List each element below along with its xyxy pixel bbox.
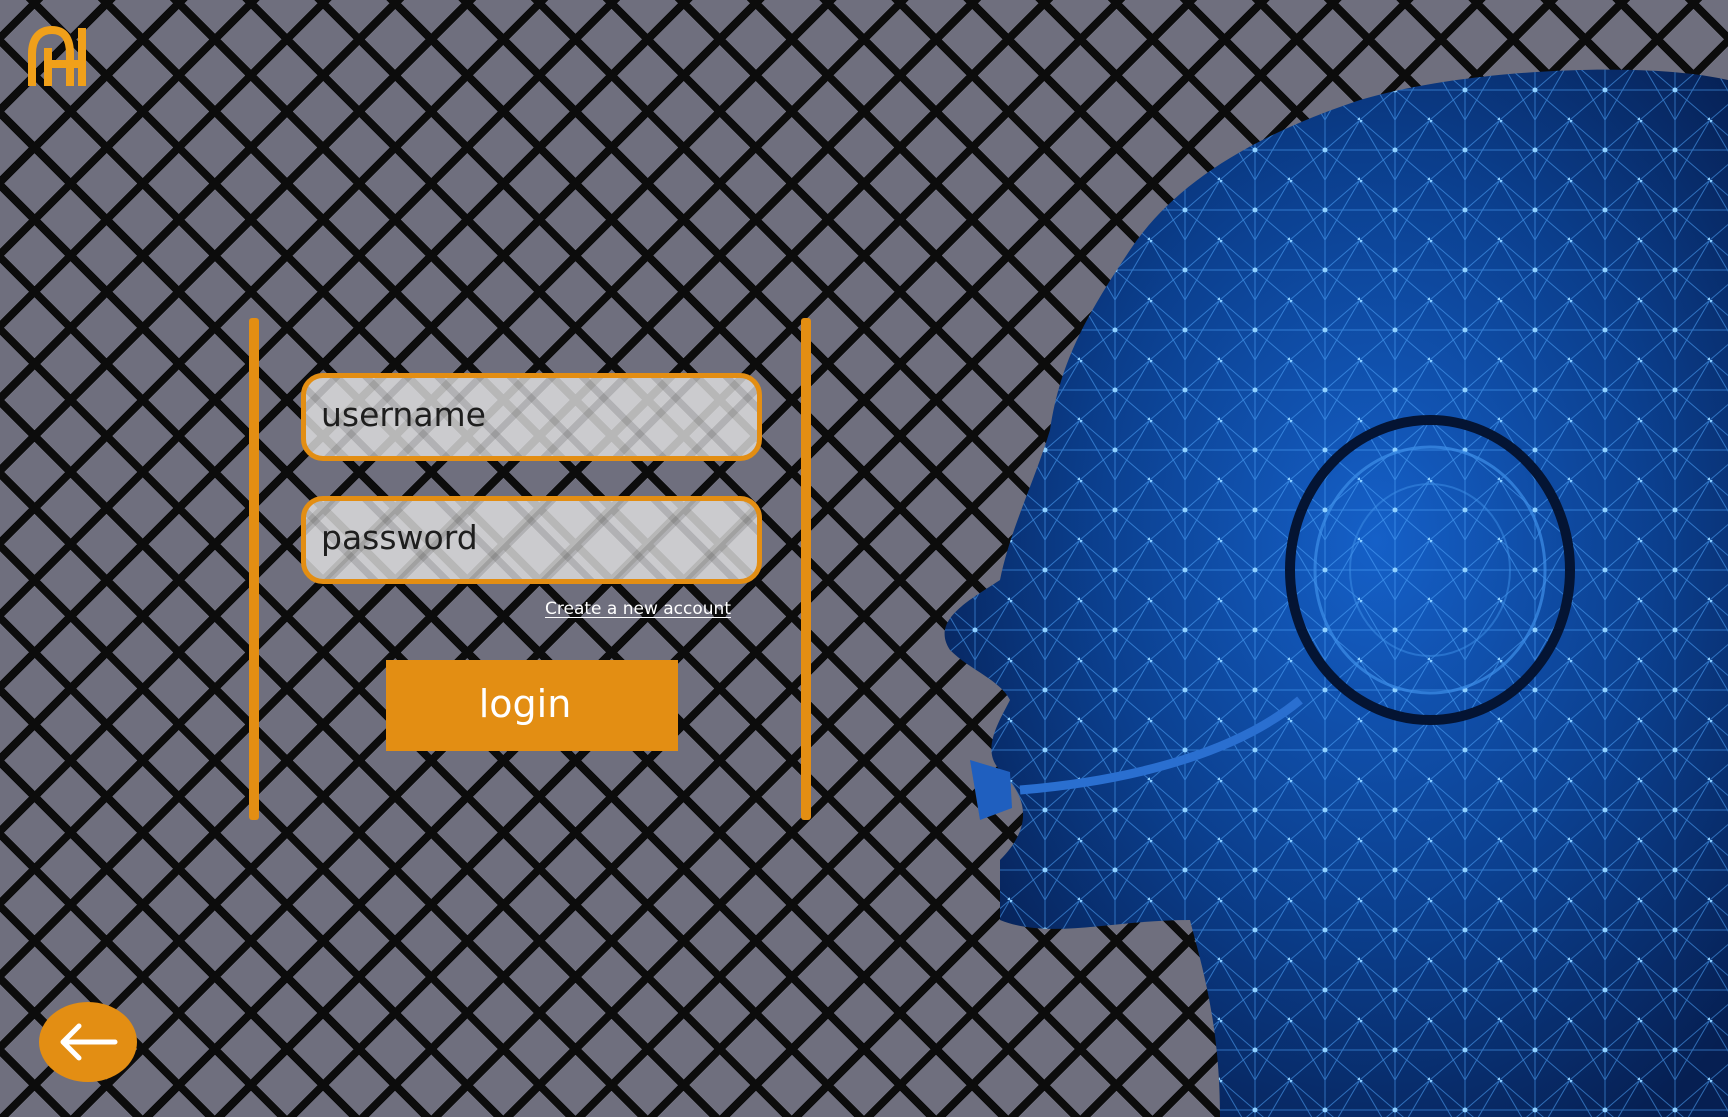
monogram-logo-icon: [28, 25, 86, 86]
username-input[interactable]: [306, 378, 757, 456]
login-button[interactable]: login: [386, 660, 678, 751]
back-button[interactable]: [39, 1002, 137, 1082]
arrow-left-icon: [60, 1023, 118, 1061]
ai-headset-head-icon: [944, 69, 1728, 1117]
create-account-link[interactable]: Create a new account: [545, 599, 731, 619]
password-input[interactable]: [306, 501, 757, 579]
form-left-border: [249, 318, 259, 820]
password-field: [301, 496, 762, 584]
form-right-border: [801, 318, 811, 820]
username-field: [301, 373, 762, 461]
